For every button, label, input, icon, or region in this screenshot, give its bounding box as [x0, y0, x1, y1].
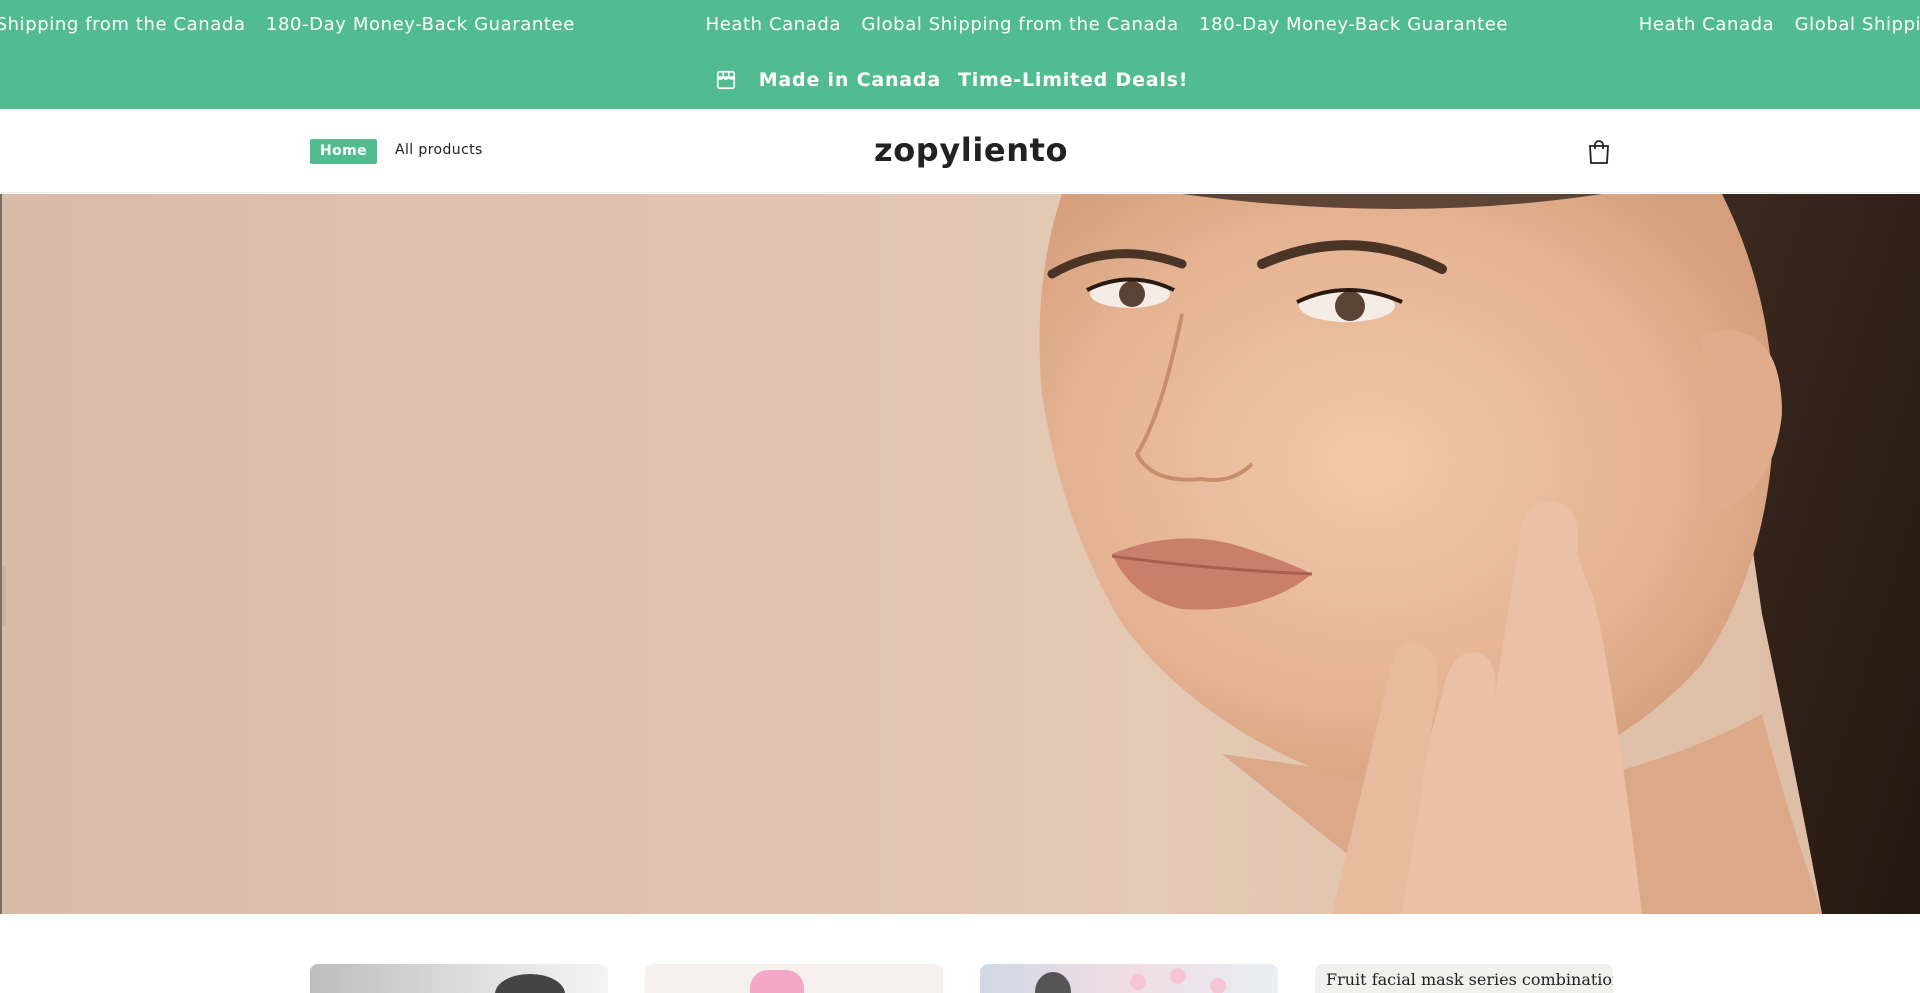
- marquee-item: Global Shipping from the: [1794, 14, 1920, 35]
- cart-bag-icon[interactable]: [1587, 139, 1611, 165]
- store-icon: [716, 70, 735, 89]
- marquee-item: 180-Day Money-Back Guarantee: [265, 14, 575, 35]
- hero-portrait-image: [1039, 194, 1920, 914]
- marquee-item: Global Shipping from the Canada: [861, 14, 1179, 35]
- product-card[interactable]: [310, 964, 608, 993]
- announcement-bar: Made in Canada Time-Limited Deals!: [0, 50, 1920, 109]
- marquee-track: bal Shipping from the Canada 180-Day Mon…: [0, 14, 1920, 35]
- product-card[interactable]: [980, 964, 1278, 993]
- marquee-item: Heath Canada: [705, 14, 842, 35]
- hero-slider-handle[interactable]: [2, 566, 6, 626]
- product-grid: Fruit facial mask series combination: [0, 964, 1920, 993]
- announcement-primary: Made in Canada: [758, 68, 941, 91]
- product-card[interactable]: Fruit facial mask series combination: [1315, 964, 1613, 993]
- product-card[interactable]: [645, 964, 943, 993]
- marquee-item: bal Shipping from the Canada: [0, 14, 246, 35]
- site-header: Home All products zopyliento: [0, 109, 1920, 193]
- product-image-2: [750, 970, 804, 993]
- nav-all-products-link[interactable]: All products: [395, 142, 483, 158]
- marquee-bar: bal Shipping from the Canada 180-Day Mon…: [0, 0, 1920, 50]
- marquee-item: Heath Canada: [1638, 14, 1775, 35]
- announcement-secondary: Time-Limited Deals!: [957, 68, 1189, 91]
- product-image-1: [495, 974, 565, 993]
- hero-banner[interactable]: [0, 194, 1920, 914]
- product-title: Fruit facial mask series combination: [1326, 970, 1613, 989]
- product-image-3: [1035, 972, 1071, 993]
- nav-home-link[interactable]: Home: [310, 139, 378, 164]
- site-logo[interactable]: zopyliento: [874, 131, 1068, 169]
- marquee-item: 180-Day Money-Back Guarantee: [1199, 14, 1509, 35]
